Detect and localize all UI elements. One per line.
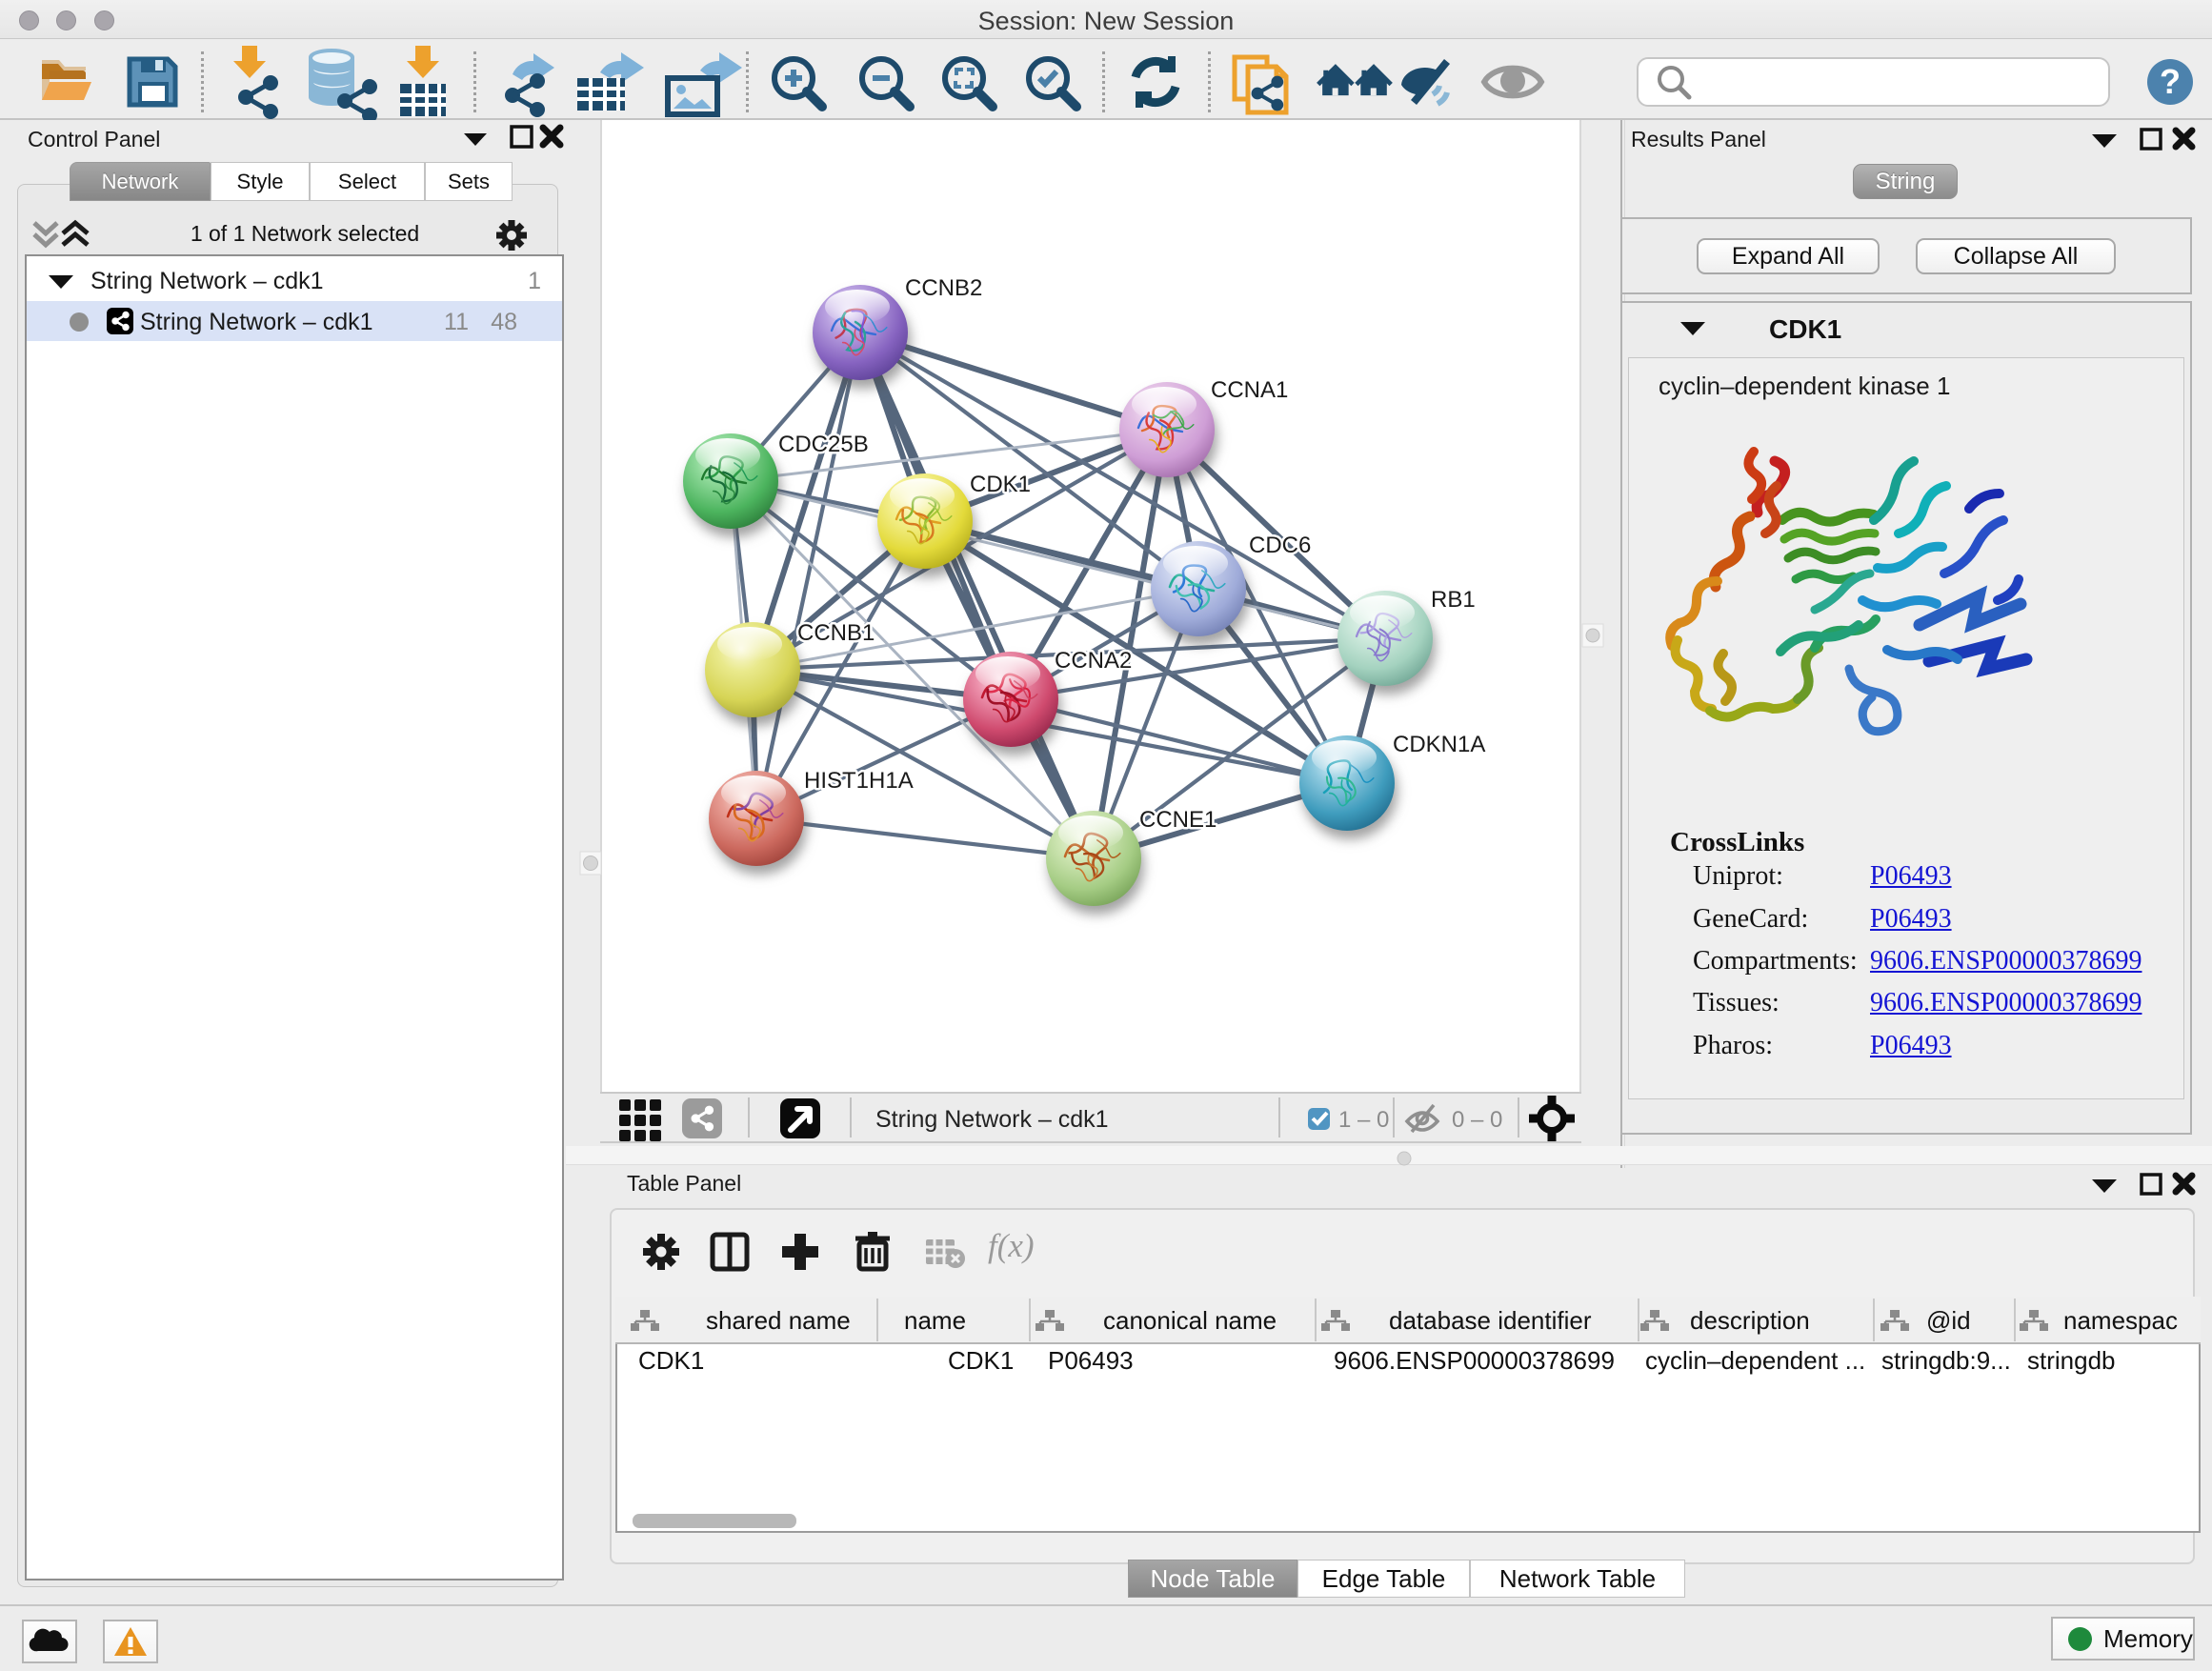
svg-text:P06493: P06493 xyxy=(1048,1346,1134,1375)
svg-text:CDK1: CDK1 xyxy=(948,1346,1014,1375)
svg-text:CCNA1: CCNA1 xyxy=(1211,377,1288,403)
svg-text:stringdb:9...: stringdb:9... xyxy=(1881,1346,2011,1375)
svg-text:canonical name: canonical name xyxy=(1103,1306,1277,1335)
svg-text:CCNA2: CCNA2 xyxy=(1055,648,1132,674)
svg-text:description: description xyxy=(1690,1306,1810,1335)
svg-text:stringdb: stringdb xyxy=(2027,1346,2116,1375)
svg-text:CDC25B: CDC25B xyxy=(778,432,869,457)
svg-text:CDK1: CDK1 xyxy=(970,472,1031,497)
svg-text:HIST1H1A: HIST1H1A xyxy=(804,768,914,794)
svg-text:namespac: namespac xyxy=(2063,1306,2178,1335)
svg-text:CDC6: CDC6 xyxy=(1249,533,1311,558)
svg-text:CDK1: CDK1 xyxy=(638,1346,704,1375)
svg-text:CCNE1: CCNE1 xyxy=(1139,807,1217,833)
svg-text:CDKN1A: CDKN1A xyxy=(1393,732,1485,757)
svg-text:@id: @id xyxy=(1926,1306,1971,1335)
svg-text:9606.ENSP00000378699: 9606.ENSP00000378699 xyxy=(1334,1346,1615,1375)
svg-text:database identifier: database identifier xyxy=(1389,1306,1592,1335)
svg-text:CCNB1: CCNB1 xyxy=(797,620,875,646)
svg-text:CCNB2: CCNB2 xyxy=(905,275,982,301)
svg-text:RB1: RB1 xyxy=(1431,587,1476,613)
svg-text:?: ? xyxy=(2160,62,2181,101)
svg-text:cyclin–dependent ...: cyclin–dependent ... xyxy=(1645,1346,1865,1375)
svg-text:shared name: shared name xyxy=(706,1306,851,1335)
svg-text:name: name xyxy=(904,1306,966,1335)
